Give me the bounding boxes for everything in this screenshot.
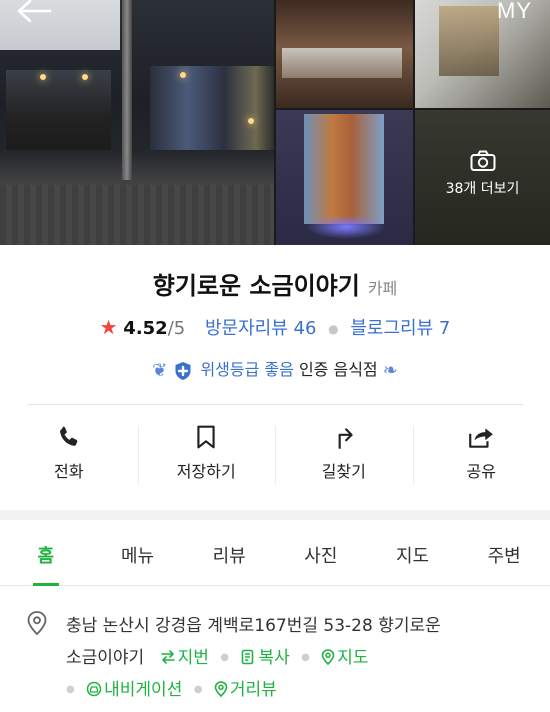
address-line-1: 충남 논산시 강경읍 계백로167번길 53-28 향기로운 — [66, 616, 441, 636]
blog-reviews-link[interactable]: 블로그리뷰 7 — [350, 318, 450, 339]
street-view-button[interactable]: 거리뷰 — [214, 680, 277, 700]
photo-thumbnail[interactable] — [276, 110, 413, 245]
call-label: 전화 — [54, 462, 84, 481]
directions-button[interactable]: 길찾기 — [275, 420, 413, 492]
hygiene-grade: 위생등급 좋음 — [200, 360, 294, 379]
divider — [27, 404, 523, 405]
separator-dot: ● — [301, 652, 310, 663]
place-name: 향기로운 소금이야기 — [152, 272, 360, 300]
laurel-right-icon: ❧ — [382, 360, 398, 381]
save-label: 저장하기 — [176, 462, 236, 481]
separator-dot: ● — [66, 684, 75, 695]
hygiene-badge[interactable]: ❦ 위생등급 좋음 인증 음식점 ❧ — [0, 356, 550, 381]
star-icon: ★ — [99, 315, 118, 339]
jibun-button[interactable]: 지번 — [160, 648, 215, 668]
separator-dot: ● — [328, 322, 339, 336]
action-bar: 전화 저장하기 길찾기 공유 — [0, 420, 550, 492]
directions-label: 길찾기 — [321, 462, 366, 481]
navigation-button[interactable]: 내비게이션 — [86, 680, 188, 700]
my-button[interactable]: MY — [497, 0, 532, 24]
map-label: 지도 — [337, 648, 369, 668]
separator-dot: ● — [220, 652, 230, 663]
laurel-left-icon: ❦ — [152, 360, 168, 381]
main-photo[interactable] — [0, 0, 274, 245]
shield-plus-icon — [175, 361, 191, 380]
more-photos-label: 38개 더보기 — [445, 181, 520, 197]
map-pin-icon — [321, 649, 335, 665]
tab-menu[interactable]: 메뉴 — [92, 520, 184, 585]
call-button[interactable]: 전화 — [0, 420, 138, 492]
location-pin-icon — [27, 611, 47, 636]
address-line-2: 소금이야기 — [66, 648, 145, 668]
copy-button[interactable]: 복사 — [240, 648, 295, 668]
tab-reviews[interactable]: 리뷰 — [183, 520, 275, 585]
share-icon — [469, 428, 494, 448]
share-button[interactable]: 공유 — [412, 420, 550, 492]
section-separator — [0, 510, 550, 520]
separator-dot: ● — [193, 684, 203, 695]
place-category: 카페 — [367, 279, 398, 298]
map-button[interactable]: 지도 — [321, 648, 369, 668]
rating-max: /5 — [167, 318, 186, 339]
directions-icon — [338, 428, 353, 449]
tab-bar: 홈 메뉴 리뷰 사진 지도 주변 — [0, 520, 550, 586]
tab-photos[interactable]: 사진 — [275, 520, 367, 585]
tab-home[interactable]: 홈 — [0, 520, 92, 586]
copy-icon — [242, 649, 254, 665]
phone-icon — [59, 426, 78, 446]
street-view-label: 거리뷰 — [229, 680, 277, 700]
save-button[interactable]: 저장하기 — [137, 420, 276, 492]
car-icon — [86, 681, 102, 697]
rating-row: ★ 4.52/5 방문자리뷰 46 ● 블로그리뷰 7 — [0, 314, 550, 340]
certified-label: 인증 음식점 — [298, 360, 378, 379]
bookmark-icon — [197, 425, 215, 449]
back-button[interactable] — [16, 0, 56, 26]
copy-label: 복사 — [258, 648, 290, 668]
rating-score: 4.52 — [123, 318, 168, 339]
street-view-pin-icon — [214, 681, 228, 697]
place-title-row: 향기로운 소금이야기 카페 — [0, 266, 550, 301]
photo-gallery[interactable]: 38개 더보기 MY — [0, 0, 550, 245]
arrow-left-icon — [17, 0, 52, 23]
camera-icon — [470, 150, 495, 171]
more-photos-button[interactable]: 38개 더보기 — [415, 110, 550, 245]
tab-nearby[interactable]: 주변 — [458, 520, 550, 585]
jibun-label: 지번 — [177, 648, 209, 668]
navigation-label: 내비게이션 — [104, 680, 183, 700]
swap-arrows-icon — [160, 650, 175, 664]
visitor-reviews-link[interactable]: 방문자리뷰 46 — [205, 318, 316, 339]
tab-map[interactable]: 지도 — [367, 520, 459, 585]
photo-thumbnail[interactable] — [276, 0, 413, 108]
share-label: 공유 — [466, 462, 496, 481]
